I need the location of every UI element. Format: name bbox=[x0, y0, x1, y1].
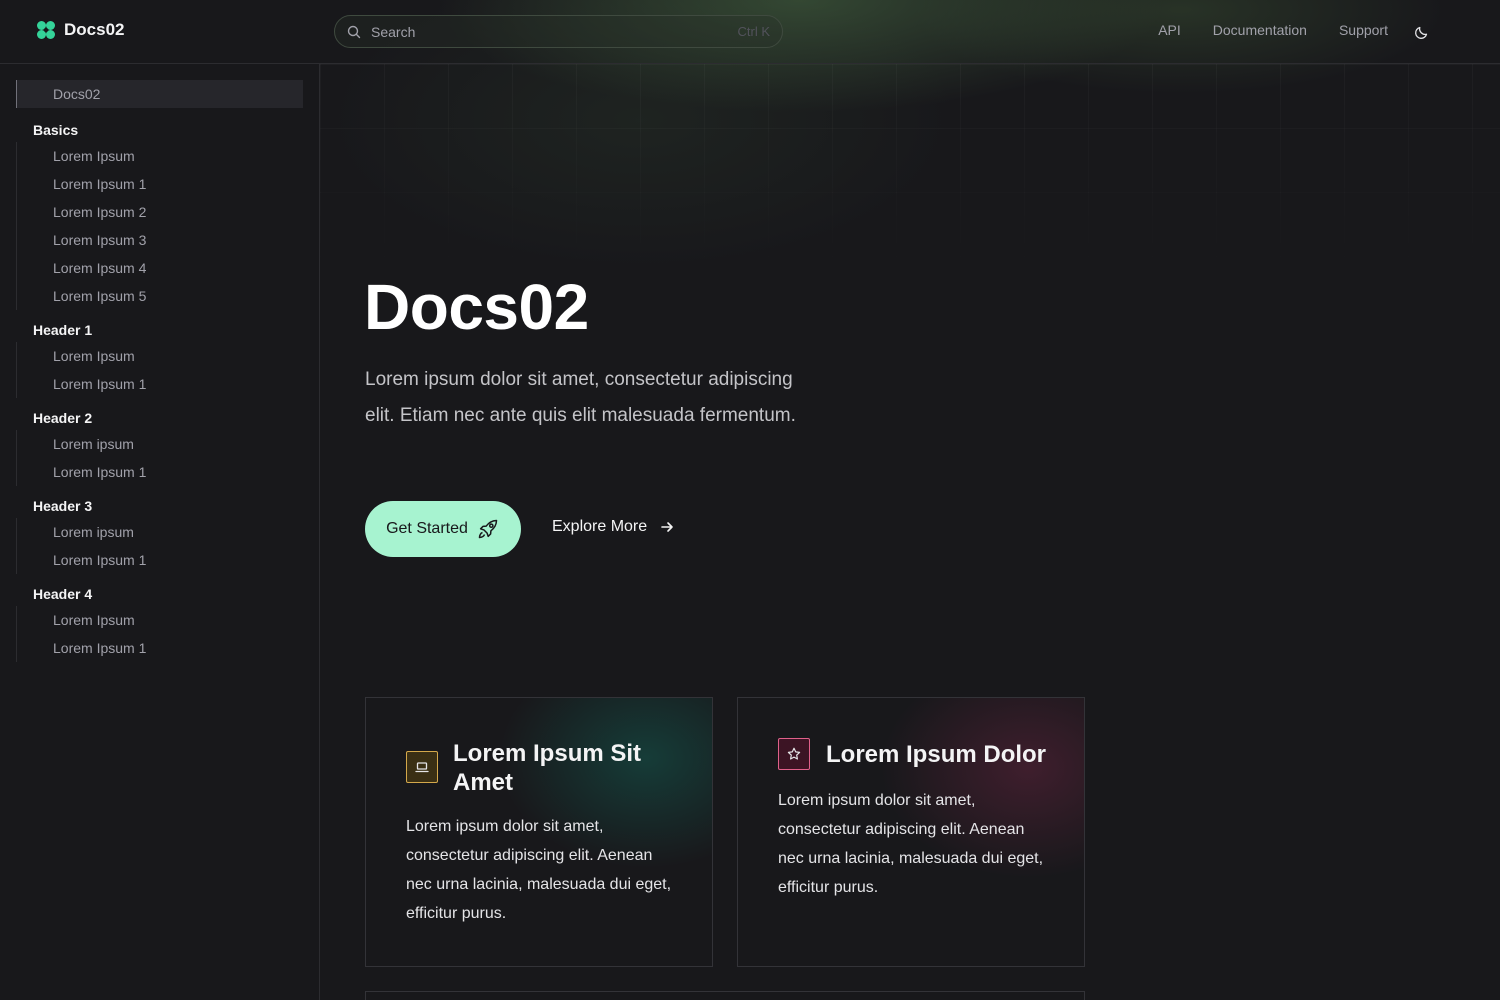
laptop-icon bbox=[415, 762, 429, 773]
arrow-right-icon bbox=[661, 522, 673, 532]
brand-name: Docs02 bbox=[64, 20, 125, 39]
sidebar-item[interactable]: Lorem Ipsum 5 bbox=[17, 282, 306, 310]
hero-description: Lorem ipsum dolor sit amet, consectetur … bbox=[365, 369, 796, 426]
sidebar-item[interactable]: Lorem Ipsum 4 bbox=[17, 254, 306, 282]
feature-card[interactable]: Lorem Ipsum Dolor Lorem ipsum dolor sit … bbox=[737, 697, 1085, 967]
sidebar-item-home[interactable]: Docs02 bbox=[16, 80, 303, 108]
star-icon bbox=[787, 747, 801, 760]
feature-card-partial bbox=[365, 991, 1085, 1000]
theme-toggle-button[interactable] bbox=[1414, 24, 1430, 45]
brand-logo-link[interactable]: Docs02 bbox=[36, 20, 124, 40]
sidebar-group-header-1: Header 1 Lorem Ipsum Lorem Ipsum 1 bbox=[16, 318, 306, 398]
search-shortcut-hint: Ctrl K bbox=[737, 24, 771, 39]
sidebar-item[interactable]: Lorem Ipsum 1 bbox=[17, 634, 306, 662]
sidebar-group-basics: Basics Lorem Ipsum Lorem Ipsum 1 Lorem I… bbox=[16, 118, 306, 310]
sidebar-item[interactable]: Lorem ipsum bbox=[17, 430, 306, 458]
sidebar-item[interactable]: Lorem Ipsum 1 bbox=[17, 370, 306, 398]
sidebar-group-title: Header 4 bbox=[33, 586, 93, 602]
sidebar-group-title: Header 1 bbox=[33, 322, 93, 338]
sidebar: Docs02 Basics Lorem Ipsum Lorem Ipsum 1 … bbox=[0, 64, 320, 1000]
nav-link-support[interactable]: Support bbox=[1339, 22, 1388, 38]
clover-logo-icon bbox=[37, 21, 55, 39]
sidebar-item[interactable]: Lorem Ipsum 1 bbox=[17, 458, 306, 486]
card-body: Lorem ipsum dolor sit amet, consectetur … bbox=[778, 792, 1044, 896]
sidebar-item[interactable]: Lorem ipsum bbox=[17, 518, 306, 546]
get-started-button[interactable]: Get Started bbox=[365, 501, 521, 557]
sidebar-item[interactable]: Lorem Ipsum bbox=[17, 142, 306, 170]
sidebar-item[interactable]: Lorem Ipsum 1 bbox=[17, 546, 306, 574]
card-title: Lorem Ipsum Sit Amet bbox=[453, 740, 642, 796]
card-icon-box bbox=[778, 738, 810, 770]
sidebar-item[interactable]: Lorem Ipsum bbox=[17, 606, 306, 634]
sidebar-group-title: Header 3 bbox=[33, 498, 93, 514]
sidebar-group-title: Basics bbox=[33, 122, 79, 138]
moon-icon bbox=[1415, 26, 1428, 39]
sidebar-item[interactable]: Lorem Ipsum 1 bbox=[17, 170, 306, 198]
sidebar-item[interactable]: Lorem Ipsum 2 bbox=[17, 198, 306, 226]
top-bar: Docs02 Search Ctrl K API Documentation S… bbox=[0, 0, 1500, 64]
explore-more-label: Explore More bbox=[552, 518, 648, 535]
search-placeholder: Search bbox=[371, 23, 416, 40]
card-body: Lorem ipsum dolor sit amet, consectetur … bbox=[406, 818, 672, 922]
page-title: Docs02 bbox=[364, 271, 589, 343]
card-title: Lorem Ipsum Dolor bbox=[826, 741, 1047, 768]
search-icon bbox=[347, 25, 361, 38]
nav-link-documentation[interactable]: Documentation bbox=[1213, 22, 1307, 38]
hero-grid-pattern bbox=[320, 64, 1500, 284]
search-input[interactable]: Search Ctrl K bbox=[334, 15, 783, 48]
sidebar-group-title: Header 2 bbox=[33, 410, 93, 426]
sidebar-group-header-3: Header 3 Lorem ipsum Lorem Ipsum 1 bbox=[16, 494, 306, 574]
get-started-label: Get Started bbox=[386, 520, 468, 537]
feature-card[interactable]: Lorem Ipsum Sit Amet Lorem ipsum dolor s… bbox=[365, 697, 713, 967]
sidebar-group-header-2: Header 2 Lorem ipsum Lorem Ipsum 1 bbox=[16, 406, 306, 486]
sidebar-item[interactable]: Lorem Ipsum 3 bbox=[17, 226, 306, 254]
nav-link-api[interactable]: API bbox=[1158, 22, 1181, 38]
explore-more-link[interactable]: Explore More bbox=[552, 518, 675, 536]
card-icon-box bbox=[406, 751, 438, 783]
rocket-icon bbox=[478, 519, 498, 539]
sidebar-item[interactable]: Lorem Ipsum bbox=[17, 342, 306, 370]
sidebar-group-header-4: Header 4 Lorem Ipsum Lorem Ipsum 1 bbox=[16, 582, 306, 662]
top-nav: API Documentation Support bbox=[1158, 22, 1388, 38]
